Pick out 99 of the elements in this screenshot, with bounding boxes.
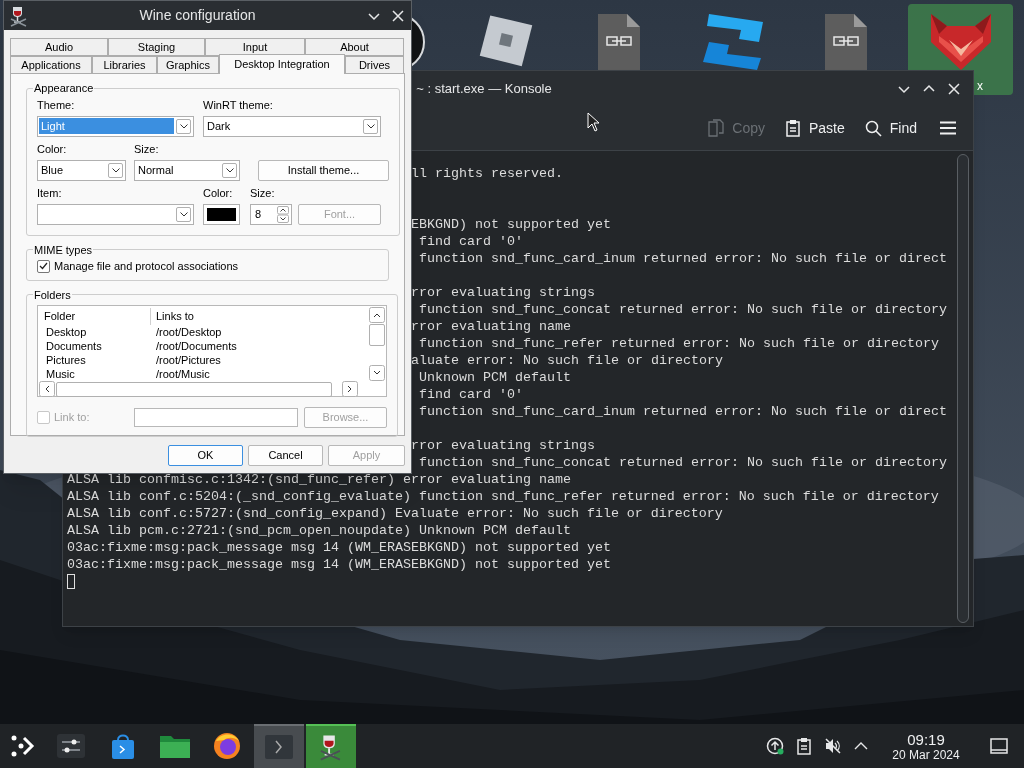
terminal-line: function snd_func_refer returned error: No such file or directory <box>418 335 939 352</box>
mouse-pointer-icon <box>587 112 600 132</box>
tab[interactable]: About <box>305 38 404 56</box>
terminal-line: ALSA lib pcm.c:2721:(snd_pcm_open_noupdate) Unknown PCM default <box>67 522 571 539</box>
number-field[interactable]: 8 <box>250 203 292 225</box>
terminal-line: find card '0' <box>418 233 523 250</box>
terminal-line: rror evaluating strings <box>411 284 595 301</box>
taskbar-button[interactable] <box>306 724 356 768</box>
table-cell-text: /root/Documents <box>155 339 237 353</box>
text-cursor <box>67 574 75 589</box>
terminal-line: ALSA lib conf.c:5204:(_snd_config_evaluate) function snd_func_refer returned error: No such file or directory <box>67 488 939 505</box>
terminal-line: ALSA lib confmisc.c:1342:(snd_func_refer) error evaluating name <box>67 471 571 488</box>
field-label: WinRT theme: <box>203 98 273 111</box>
update-icon[interactable] <box>766 737 784 755</box>
file-icon[interactable] <box>823 12 869 72</box>
terminal-line: rror evaluating strings <box>411 437 595 454</box>
clipboard-icon[interactable] <box>796 737 812 755</box>
clipboard-icon <box>784 119 801 137</box>
dropdown[interactable]: Dark <box>203 115 381 137</box>
z-shape-icon[interactable] <box>703 12 765 72</box>
tab[interactable]: Drives <box>345 56 404 74</box>
window-title: ~ : start.exe — Konsole <box>416 79 552 98</box>
show-desktop-icon[interactable] <box>990 738 1008 754</box>
dialog-button[interactable]: Cancel <box>248 445 323 466</box>
field-label: Theme: <box>37 98 75 111</box>
terminal-line: function snd_func_card_inum returned error: No such file or direct <box>418 403 947 420</box>
table-cell-text: /root/Music <box>155 367 210 381</box>
checkbox[interactable] <box>37 259 50 273</box>
dropdown[interactable]: Blue <box>37 159 126 181</box>
field-label: Color: <box>37 142 67 155</box>
launcher-icon[interactable] <box>9 733 35 759</box>
table-cell-text: Music <box>45 367 76 381</box>
muted-speaker-icon[interactable] <box>824 737 842 755</box>
column-header[interactable]: Folder <box>38 308 151 325</box>
tab[interactable]: Input <box>205 38 305 56</box>
group-title: Folders <box>33 287 72 303</box>
terminal-line: find card '0' <box>418 386 523 403</box>
clock-time[interactable]: 09:19 <box>907 730 945 748</box>
caret-up-icon[interactable] <box>854 741 868 751</box>
tab[interactable]: Desktop Integration <box>219 54 345 74</box>
window-title: Wine configuration <box>139 6 256 25</box>
terminal-line: ll rights reserved. <box>411 165 563 182</box>
field-label: Item: <box>37 186 62 199</box>
terminal-line: Unknown PCM default <box>418 369 571 386</box>
table-cell-text: /root/Pictures <box>155 353 221 367</box>
table-cell-text: Documents <box>45 339 103 353</box>
terminal-line: function snd_func_concat returned error: No such file or directory <box>418 454 947 471</box>
scroll-left-icon[interactable] <box>39 381 55 397</box>
tab[interactable]: Libraries <box>92 56 157 74</box>
find-button[interactable]: Find <box>860 114 921 142</box>
shopping-bag-icon[interactable] <box>110 732 136 760</box>
tab[interactable]: Graphics <box>157 56 219 74</box>
tab[interactable]: Audio <box>10 38 108 56</box>
terminal-line: aluate error: No such file or directory <box>411 352 723 369</box>
dropdown[interactable]: Normal <box>134 159 240 181</box>
install-theme-button[interactable]: Install theme... <box>258 159 389 181</box>
spinner-arrows-icon[interactable] <box>277 205 289 223</box>
terminal-line: 03ac:fixme:msg:pack_message msg 14 (WM_ERASEBKGND) not supported yet <box>67 539 611 556</box>
tab[interactable]: Staging <box>108 38 205 56</box>
scrollbar[interactable] <box>957 154 969 623</box>
scrollbar-thumb[interactable] <box>369 324 385 346</box>
column-header[interactable]: Links to <box>151 308 194 325</box>
dialog-button[interactable]: OK <box>168 445 243 466</box>
terminal-line: function snd_func_concat returned error: No such file or directory <box>418 301 947 318</box>
paste-button[interactable]: Paste <box>780 114 849 142</box>
icon-label: x <box>977 79 983 93</box>
terminal-line: rror evaluating name <box>411 318 571 335</box>
scroll-right-icon[interactable] <box>342 381 358 397</box>
field-label: Size: <box>250 186 275 199</box>
color-swatch[interactable] <box>207 207 236 221</box>
search-icon <box>864 119 882 137</box>
checkbox-label: Manage file and protocol associations <box>54 259 239 274</box>
clock-date[interactable]: 20 Mar 2024 <box>892 747 960 762</box>
group-title: Appearance <box>33 81 95 96</box>
group-title: MIME types <box>33 242 94 258</box>
folder-icon[interactable] <box>159 733 191 759</box>
file-icon[interactable] <box>596 12 642 72</box>
table-cell-text: Desktop <box>45 325 88 339</box>
field-label: Size: <box>134 142 159 155</box>
sliders-icon[interactable] <box>56 733 86 759</box>
table-cell-text: /root/Desktop <box>155 325 222 339</box>
terminal-line: function snd_func_card_inum returned error: No such file or direct <box>418 250 947 267</box>
terminal-line: EBKGND) not supported yet <box>411 216 611 233</box>
table-cell-text: Pictures <box>45 353 87 367</box>
globe-icon[interactable] <box>212 731 242 761</box>
copy-icon <box>708 119 725 137</box>
input-field[interactable] <box>134 408 298 427</box>
scroll-down-icon[interactable] <box>369 365 385 381</box>
scroll-up-icon[interactable] <box>369 307 385 323</box>
checkbox-label: Link to: <box>54 410 90 426</box>
terminal-line: 03ac:fixme:msg:pack_message msg 14 (WM_ERASEBKGND) not supported yet <box>67 556 611 573</box>
field-label: Color: <box>203 186 233 199</box>
scrollbar-thumb[interactable] <box>56 381 332 397</box>
menu-icon[interactable] <box>939 121 957 135</box>
terminal-line: ALSA lib conf.c:5727:(snd_config_expand) Evaluate error: No such file or directory <box>67 505 723 522</box>
tab[interactable]: Applications <box>10 56 92 74</box>
fox-icon[interactable] <box>928 12 993 72</box>
terminal-icon[interactable] <box>264 734 294 760</box>
folder-list[interactable]: Folder Links to Desktop /root/Desktop Documents /root/Documents Pictures /root/Pictures Music /root/Music <box>37 305 387 397</box>
